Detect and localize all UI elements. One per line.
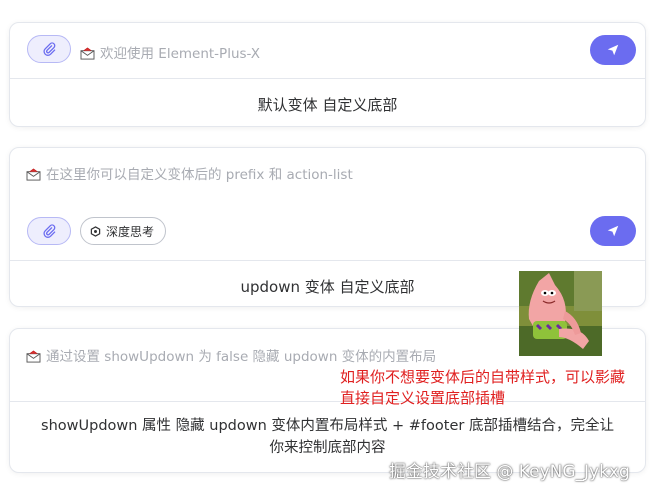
sender-input[interactable]: 欢迎使用 Element-Plus-X	[80, 42, 260, 62]
sender-placeholder: 在这里你可以自定义变体后的 prefix 和 action-list	[46, 167, 353, 183]
envelope-icon	[26, 350, 41, 363]
sender-placeholder: 欢迎使用 Element-Plus-X	[100, 46, 260, 62]
sender-input[interactable]: 在这里你可以自定义变体后的 prefix 和 action-list	[26, 163, 353, 183]
sender-input[interactable]: 通过设置 showUpdown 为 false 隐藏 updown 变体的内置布…	[26, 345, 436, 365]
thinking-icon	[90, 225, 101, 237]
footer-divider	[10, 260, 645, 261]
red-annotation: 如果你不想要变体后的自带样式，可以影藏 直接自定义设置底部插槽	[340, 367, 625, 409]
send-button[interactable]	[590, 216, 636, 246]
sender-card-default: 欢迎使用 Element-Plus-X 默认变体 自定义底部	[9, 22, 646, 127]
attach-button[interactable]	[27, 217, 71, 245]
custom-footer: showUpdown 属性 隐藏 updown 变体内置布局样式 + #foot…	[10, 415, 645, 459]
chip-label: 深度思考	[106, 224, 155, 239]
footer-line-2: 你来控制底部内容	[269, 440, 386, 456]
custom-footer: 默认变体 自定义底部	[257, 96, 398, 114]
send-button[interactable]	[590, 35, 636, 65]
attach-button[interactable]	[27, 35, 71, 63]
sender-placeholder: 通过设置 showUpdown 为 false 隐藏 updown 变体的内置布…	[46, 349, 437, 365]
footer-divider	[10, 78, 645, 79]
send-icon	[607, 225, 619, 237]
annotation-line-2: 直接自定义设置底部插槽	[340, 389, 506, 407]
deep-thinking-button[interactable]: 深度思考	[80, 217, 167, 245]
envelope-icon	[26, 168, 41, 181]
paperclip-icon	[43, 42, 56, 56]
meme-image	[519, 271, 602, 356]
watermark: 掘金技术社区 @ KeyNG_Jykxg	[389, 462, 630, 482]
envelope-icon	[80, 47, 95, 60]
footer-line-1: showUpdown 属性 隐藏 updown 变体内置布局样式 + #foot…	[41, 418, 614, 434]
annotation-line-1: 如果你不想要变体后的自带样式，可以影藏	[340, 368, 626, 386]
paperclip-icon	[43, 224, 56, 238]
send-icon	[607, 44, 619, 56]
